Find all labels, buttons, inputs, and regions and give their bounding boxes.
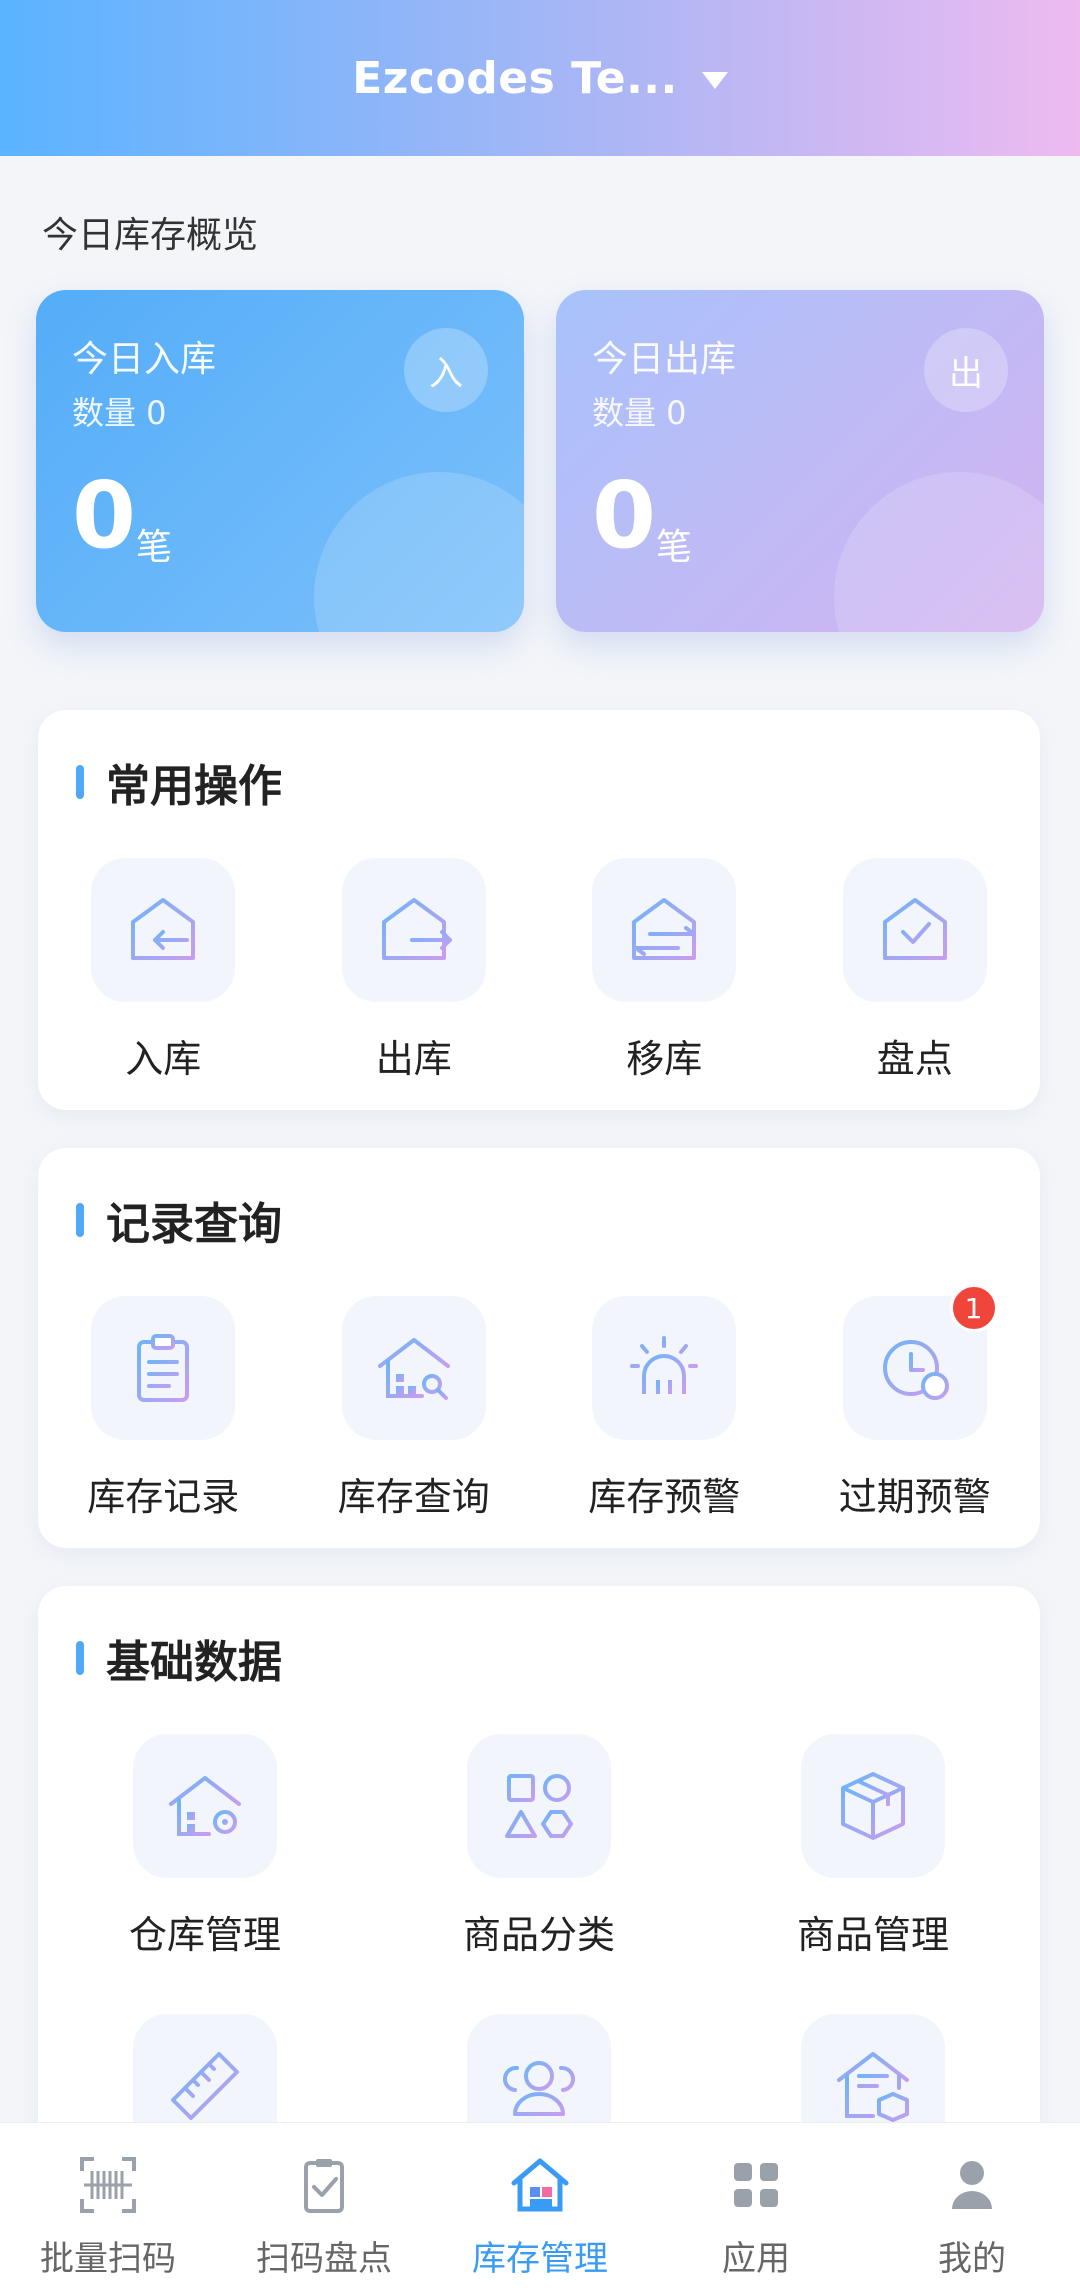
- rec-stock-alert-icon-box[interactable]: [592, 1296, 737, 1440]
- records-panel: 记录查询 库存记录 库存查询 库存预警 1 过期预警: [38, 1148, 1040, 1548]
- op-inbound-label: 入库: [125, 1037, 202, 1081]
- common-ops-title-text: 常用操作: [106, 761, 282, 812]
- alarm-icon: [630, 1336, 699, 1398]
- caret-down-icon[interactable]: [701, 71, 728, 89]
- op-inbound-icon-box[interactable]: [91, 858, 236, 1002]
- title-accent-bar: [76, 1203, 84, 1237]
- outbound-label: 今日出库: [592, 339, 737, 380]
- nav-apps-label: 应用: [722, 2239, 790, 2279]
- basic-data-title: 基础数据: [76, 1626, 282, 1690]
- rec-stock-alert[interactable]: 库存预警: [539, 1296, 790, 1521]
- op-outbound-icon-box[interactable]: [341, 858, 486, 1002]
- decorative-bubble: [834, 472, 1044, 632]
- users-icon: [502, 2061, 576, 2116]
- overview-title: 今日库存概览: [42, 215, 259, 256]
- shapes-icon: [505, 1774, 573, 1838]
- op-stocktake-icon-box[interactable]: [842, 858, 987, 1002]
- bd-category-icon-box[interactable]: [467, 1734, 611, 1878]
- inbound-quantity: 数量 0: [72, 394, 167, 432]
- rec-stock-query-icon-box[interactable]: [341, 1296, 486, 1440]
- bd-product-mgmt-label: 商品管理: [796, 1913, 949, 1957]
- clock-warning-icon: [882, 1340, 949, 1400]
- warehouse-settings-icon: [169, 1776, 241, 1836]
- home-inventory-icon: [511, 2158, 569, 2212]
- inbound-label: 今日入库: [72, 339, 217, 380]
- nav-scan-stocktake[interactable]: 扫码盘点: [216, 2123, 432, 2290]
- rec-stock-record[interactable]: 库存记录: [38, 1296, 289, 1521]
- basic-data-panel: 基础数据 仓库管理 商品分类 商品管理: [38, 1586, 1040, 2206]
- outbound-count: 0: [592, 462, 657, 569]
- nav-scan-stocktake-label: 扫码盘点: [256, 2239, 392, 2279]
- today-inbound-card[interactable]: 今日入库 数量 0 入 0 笔: [36, 290, 524, 632]
- clipboard-check-icon: [304, 2159, 344, 2213]
- inbound-badge: 入: [404, 328, 488, 412]
- app-header: Ezcodes Te...: [0, 0, 1080, 156]
- bd-warehouse-mgmt-icon-box[interactable]: [133, 1734, 277, 1878]
- basic-data-title-text: 基础数据: [106, 1637, 282, 1688]
- rec-expiry-alert-label: 过期预警: [838, 1475, 991, 1519]
- title-accent-bar: [76, 1641, 84, 1675]
- header-title[interactable]: Ezcodes Te...: [352, 53, 677, 104]
- nav-profile[interactable]: 我的: [864, 2123, 1080, 2290]
- nav-apps[interactable]: 应用: [648, 2123, 864, 2290]
- records-title: 记录查询: [76, 1188, 282, 1252]
- warehouse-search-icon: [377, 1338, 450, 1400]
- apps-grid-icon: [734, 2163, 778, 2207]
- inbound-count: 0: [72, 462, 137, 569]
- rec-stock-record-label: 库存记录: [87, 1475, 240, 1519]
- op-transfer[interactable]: 移库: [539, 858, 790, 1083]
- org-selector[interactable]: Ezcodes Te...: [352, 53, 728, 104]
- bd-category[interactable]: 商品分类: [372, 1734, 706, 1959]
- user-icon: [952, 2161, 992, 2209]
- inbound-unit: 笔: [136, 527, 173, 568]
- clipboard-icon: [137, 1334, 190, 1402]
- op-outbound[interactable]: 出库: [289, 858, 540, 1083]
- nav-inventory[interactable]: 库存管理: [432, 2123, 648, 2290]
- op-outbound-label: 出库: [375, 1037, 452, 1081]
- bd-product-mgmt[interactable]: 商品管理: [706, 1734, 1040, 1959]
- common-ops-panel: 常用操作 入库 出库 移库 盘点: [38, 710, 1040, 1110]
- ruler-icon: [171, 2052, 239, 2120]
- rec-expiry-alert[interactable]: 1 过期预警: [790, 1284, 1041, 1521]
- outbound-badge: 出: [924, 328, 1008, 412]
- bd-warehouse-mgmt[interactable]: 仓库管理: [38, 1734, 372, 1959]
- rec-stock-alert-label: 库存预警: [588, 1475, 741, 1519]
- rec-stock-record-icon-box[interactable]: [91, 1296, 236, 1440]
- op-transfer-icon-box[interactable]: [592, 858, 737, 1002]
- bd-warehouse-mgmt-label: 仓库管理: [128, 1913, 281, 1957]
- nav-batch-scan[interactable]: 批量扫码: [0, 2123, 216, 2290]
- op-stocktake-label: 盘点: [876, 1037, 953, 1081]
- barcode-scan-icon: [80, 2157, 136, 2213]
- warehouse-package-icon: [837, 2052, 909, 2122]
- title-accent-bar: [76, 765, 84, 799]
- rec-stock-query[interactable]: 库存查询: [289, 1296, 540, 1521]
- op-stocktake[interactable]: 盘点: [790, 858, 1041, 1083]
- bd-product-mgmt-icon-box[interactable]: [801, 1734, 945, 1878]
- outbound-unit: 笔: [656, 527, 693, 568]
- box-icon: [841, 1772, 905, 1840]
- decorative-bubble: [314, 472, 524, 632]
- nav-inventory-label: 库存管理: [472, 2239, 608, 2279]
- bd-category-label: 商品分类: [462, 1913, 615, 1957]
- nav-profile-label: 我的: [938, 2239, 1006, 2279]
- records-title-text: 记录查询: [106, 1199, 282, 1250]
- today-outbound-card[interactable]: 今日出库 数量 0 出 0 笔: [556, 290, 1044, 632]
- bottom-nav: 批量扫码 扫码盘点 库存管理 应用 我的: [0, 2122, 1080, 2290]
- common-ops-title: 常用操作: [76, 750, 282, 814]
- op-inbound[interactable]: 入库: [38, 858, 289, 1083]
- rec-stock-query-label: 库存查询: [337, 1475, 490, 1519]
- expiry-alert-badge: 1: [949, 1284, 998, 1332]
- nav-batch-scan-label: 批量扫码: [40, 2239, 176, 2279]
- op-transfer-label: 移库: [626, 1037, 703, 1081]
- outbound-quantity: 数量 0: [592, 394, 687, 432]
- stocktake-icon: [882, 898, 947, 960]
- outbound-icon: [381, 898, 452, 960]
- inbound-icon: [131, 898, 196, 960]
- transfer-icon: [632, 898, 697, 960]
